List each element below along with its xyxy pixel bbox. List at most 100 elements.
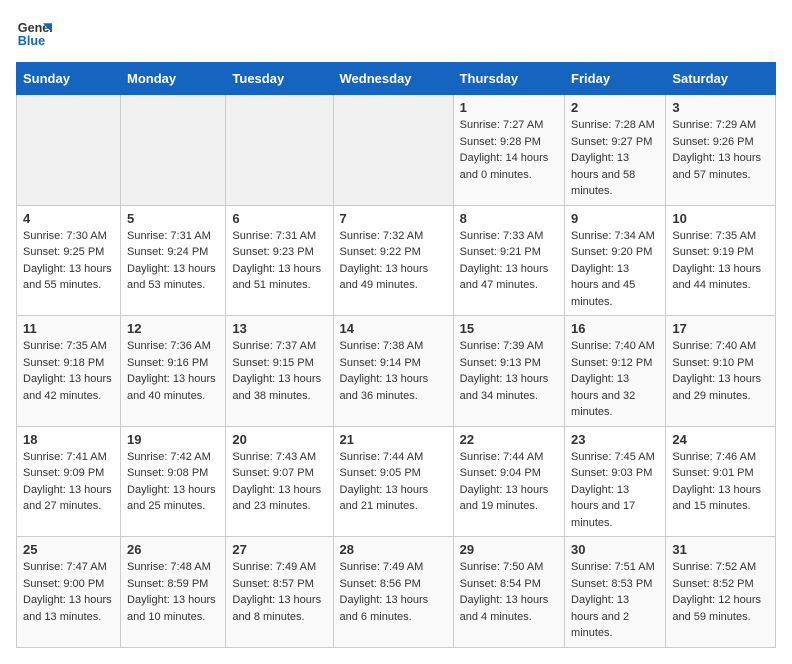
day-number: 25 xyxy=(23,542,114,557)
day-info: Sunrise: 7:42 AMSunset: 9:08 PMDaylight:… xyxy=(127,449,219,515)
day-info: Sunrise: 7:28 AMSunset: 9:27 PMDaylight:… xyxy=(571,117,659,200)
header-row: SundayMondayTuesdayWednesdayThursdayFrid… xyxy=(17,63,776,95)
logo-icon: General Blue xyxy=(16,16,52,52)
day-number: 27 xyxy=(232,542,326,557)
day-info: Sunrise: 7:51 AMSunset: 8:53 PMDaylight:… xyxy=(571,559,659,642)
day-info: Sunrise: 7:34 AMSunset: 9:20 PMDaylight:… xyxy=(571,228,659,311)
day-info: Sunrise: 7:45 AMSunset: 9:03 PMDaylight:… xyxy=(571,449,659,532)
day-info: Sunrise: 7:47 AMSunset: 9:00 PMDaylight:… xyxy=(23,559,114,625)
day-cell-19: 19 Sunrise: 7:42 AMSunset: 9:08 PMDayligh… xyxy=(121,426,226,537)
day-number: 1 xyxy=(460,100,558,115)
week-row-4: 18Sunrise: 7:41 AMSunset: 9:09 PMDayligh… xyxy=(17,426,776,537)
day-number: 20 xyxy=(232,432,326,447)
day-cell-11: 11 Sunrise: 7:35 AMSunset: 9:18 PMDayligh… xyxy=(17,316,121,427)
day-number: 8 xyxy=(460,211,558,226)
header: General Blue xyxy=(16,16,776,52)
day-cell-25: 25 Sunrise: 7:47 AMSunset: 9:00 PMDayligh… xyxy=(17,537,121,648)
day-cell-27: 27Sunrise: 7:49 AMSunset: 8:57 PMDayligh… xyxy=(226,537,333,648)
day-info: Sunrise: 7:44 AMSunset: 9:04 PMDaylight:… xyxy=(460,449,558,515)
day-number: 6 xyxy=(232,211,326,226)
day-info: Sunrise: 7:27 AMSunset: 9:28 PMDaylight:… xyxy=(460,117,558,183)
day-info: Sunrise: 7:31 AMSunset: 9:24 PMDaylight:… xyxy=(127,228,219,294)
day-header-sunday: Sunday xyxy=(17,63,121,95)
day-header-tuesday: Tuesday xyxy=(226,63,333,95)
day-cell-26: 26Sunrise: 7:48 AMSunset: 8:59 PMDayligh… xyxy=(121,537,226,648)
day-number: 11 xyxy=(23,321,114,336)
day-info: Sunrise: 7:52 AMSunset: 8:52 PMDaylight:… xyxy=(672,559,769,625)
day-number: 21 xyxy=(340,432,447,447)
day-cell-empty xyxy=(226,95,333,206)
day-info: Sunrise: 7:39 AMSunset: 9:13 PMDaylight:… xyxy=(460,338,558,404)
day-cell-1: 1 Sunrise: 7:27 AMSunset: 9:28 PMDaylight… xyxy=(453,95,564,206)
day-info: Sunrise: 7:49 AMSunset: 8:56 PMDaylight:… xyxy=(340,559,447,625)
day-info: Sunrise: 7:46 AMSunset: 9:01 PMDaylight:… xyxy=(672,449,769,515)
day-cell-29: 29 Sunrise: 7:50 AMSunset: 8:54 PMDayligh… xyxy=(453,537,564,648)
day-info: Sunrise: 7:50 AMSunset: 8:54 PMDaylight:… xyxy=(460,559,558,625)
day-number: 12 xyxy=(127,321,219,336)
day-cell-empty xyxy=(17,95,121,206)
day-info: Sunrise: 7:35 AMSunset: 9:19 PMDaylight:… xyxy=(672,228,769,294)
day-cell-23: 23 Sunrise: 7:45 AMSunset: 9:03 PMDayligh… xyxy=(565,426,666,537)
day-number: 17 xyxy=(672,321,769,336)
day-number: 30 xyxy=(571,542,659,557)
day-number: 3 xyxy=(672,100,769,115)
day-info: Sunrise: 7:36 AMSunset: 9:16 PMDaylight:… xyxy=(127,338,219,404)
day-header-thursday: Thursday xyxy=(453,63,564,95)
day-number: 23 xyxy=(571,432,659,447)
day-info: Sunrise: 7:35 AMSunset: 9:18 PMDaylight:… xyxy=(23,338,114,404)
day-number: 7 xyxy=(340,211,447,226)
week-row-5: 25 Sunrise: 7:47 AMSunset: 9:00 PMDayligh… xyxy=(17,537,776,648)
day-cell-empty xyxy=(121,95,226,206)
day-number: 14 xyxy=(340,321,447,336)
day-number: 4 xyxy=(23,211,114,226)
day-header-monday: Monday xyxy=(121,63,226,95)
day-cell-24: 24 Sunrise: 7:46 AMSunset: 9:01 PMDayligh… xyxy=(666,426,776,537)
day-cell-18: 18Sunrise: 7:41 AMSunset: 9:09 PMDayligh… xyxy=(17,426,121,537)
day-info: Sunrise: 7:41 AMSunset: 9:09 PMDaylight:… xyxy=(23,449,114,515)
day-number: 26 xyxy=(127,542,219,557)
day-number: 29 xyxy=(460,542,558,557)
day-number: 10 xyxy=(672,211,769,226)
day-cell-5: 5 Sunrise: 7:31 AMSunset: 9:24 PMDaylight… xyxy=(121,205,226,316)
day-info: Sunrise: 7:44 AMSunset: 9:05 PMDaylight:… xyxy=(340,449,447,515)
day-number: 2 xyxy=(571,100,659,115)
day-cell-15: 15Sunrise: 7:39 AMSunset: 9:13 PMDayligh… xyxy=(453,316,564,427)
day-number: 28 xyxy=(340,542,447,557)
day-info: Sunrise: 7:30 AMSunset: 9:25 PMDaylight:… xyxy=(23,228,114,294)
day-number: 16 xyxy=(571,321,659,336)
day-cell-empty xyxy=(333,95,453,206)
week-row-3: 11 Sunrise: 7:35 AMSunset: 9:18 PMDayligh… xyxy=(17,316,776,427)
day-number: 24 xyxy=(672,432,769,447)
day-cell-21: 21 Sunrise: 7:44 AMSunset: 9:05 PMDayligh… xyxy=(333,426,453,537)
day-number: 9 xyxy=(571,211,659,226)
day-cell-28: 28 Sunrise: 7:49 AMSunset: 8:56 PMDayligh… xyxy=(333,537,453,648)
day-cell-7: 7 Sunrise: 7:32 AMSunset: 9:22 PMDaylight… xyxy=(333,205,453,316)
day-info: Sunrise: 7:33 AMSunset: 9:21 PMDaylight:… xyxy=(460,228,558,294)
day-cell-8: 8 Sunrise: 7:33 AMSunset: 9:21 PMDaylight… xyxy=(453,205,564,316)
day-cell-6: 6 Sunrise: 7:31 AMSunset: 9:23 PMDaylight… xyxy=(226,205,333,316)
day-header-saturday: Saturday xyxy=(666,63,776,95)
day-info: Sunrise: 7:31 AMSunset: 9:23 PMDaylight:… xyxy=(232,228,326,294)
day-cell-12: 12 Sunrise: 7:36 AMSunset: 9:16 PMDayligh… xyxy=(121,316,226,427)
day-number: 19 xyxy=(127,432,219,447)
day-info: Sunrise: 7:29 AMSunset: 9:26 PMDaylight:… xyxy=(672,117,769,183)
svg-text:Blue: Blue xyxy=(18,34,45,48)
week-row-2: 4 Sunrise: 7:30 AMSunset: 9:25 PMDaylight… xyxy=(17,205,776,316)
day-info: Sunrise: 7:40 AMSunset: 9:12 PMDaylight:… xyxy=(571,338,659,421)
day-cell-30: 30 Sunrise: 7:51 AMSunset: 8:53 PMDayligh… xyxy=(565,537,666,648)
day-header-friday: Friday xyxy=(565,63,666,95)
day-cell-10: 10 Sunrise: 7:35 AMSunset: 9:19 PMDayligh… xyxy=(666,205,776,316)
day-cell-16: 16 Sunrise: 7:40 AMSunset: 9:12 PMDayligh… xyxy=(565,316,666,427)
day-number: 5 xyxy=(127,211,219,226)
day-number: 13 xyxy=(232,321,326,336)
day-info: Sunrise: 7:43 AMSunset: 9:07 PMDaylight:… xyxy=(232,449,326,515)
day-number: 31 xyxy=(672,542,769,557)
day-cell-13: 13Sunrise: 7:37 AMSunset: 9:15 PMDayligh… xyxy=(226,316,333,427)
day-info: Sunrise: 7:32 AMSunset: 9:22 PMDaylight:… xyxy=(340,228,447,294)
day-info: Sunrise: 7:38 AMSunset: 9:14 PMDaylight:… xyxy=(340,338,447,404)
day-cell-17: 17 Sunrise: 7:40 AMSunset: 9:10 PMDayligh… xyxy=(666,316,776,427)
day-number: 22 xyxy=(460,432,558,447)
day-cell-9: 9 Sunrise: 7:34 AMSunset: 9:20 PMDaylight… xyxy=(565,205,666,316)
day-cell-4: 4 Sunrise: 7:30 AMSunset: 9:25 PMDaylight… xyxy=(17,205,121,316)
day-info: Sunrise: 7:40 AMSunset: 9:10 PMDaylight:… xyxy=(672,338,769,404)
